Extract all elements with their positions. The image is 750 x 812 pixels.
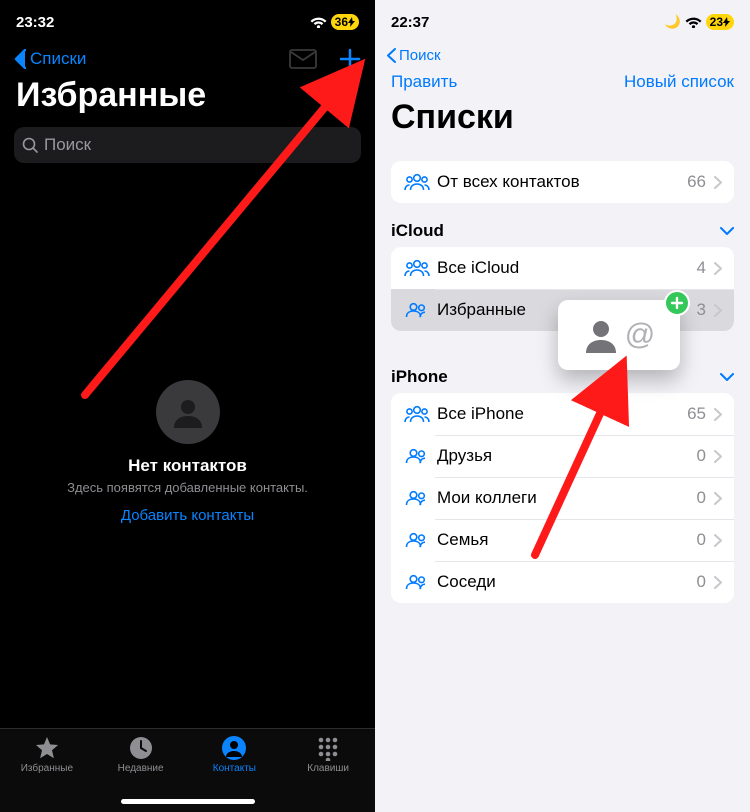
nav-bar: Править Новый список — [375, 66, 750, 98]
mail-icon[interactable] — [289, 49, 317, 69]
row-count: 65 — [687, 404, 706, 424]
section-title: iPhone — [391, 367, 448, 387]
plus-icon[interactable] — [339, 48, 361, 70]
row-label: Соседи — [437, 572, 697, 592]
all-contacts-card: От всех контактов 66 — [391, 161, 734, 203]
tab-label: Клавиши — [307, 763, 349, 774]
section-card: Все iPhone65Друзья0Мои коллеги0Семья0Сос… — [391, 393, 734, 603]
search-back-button[interactable]: Поиск — [375, 44, 750, 66]
battery-badge: 36 — [331, 14, 359, 30]
list-row-all-contacts[interactable]: От всех контактов 66 — [391, 161, 734, 203]
group-two-icon — [403, 574, 431, 590]
row-label: От всех контактов — [437, 172, 687, 192]
status-time: 22:37 — [391, 14, 429, 31]
chevron-right-icon — [714, 576, 722, 589]
group-three-icon — [403, 173, 431, 191]
chevron-right-icon — [714, 450, 722, 463]
group-two-icon — [403, 448, 431, 464]
chevron-right-icon — [714, 534, 722, 547]
chevron-down-icon[interactable] — [720, 221, 734, 241]
drag-contact-card[interactable]: @ — [558, 300, 680, 370]
list-row[interactable]: Все iPhone65 — [391, 393, 734, 435]
row-label: Все iPhone — [437, 404, 687, 424]
list-row[interactable]: Все iCloud4 — [391, 247, 734, 289]
empty-state: Нет контактов Здесь появятся добавленные… — [0, 380, 375, 524]
group-two-icon — [403, 302, 431, 318]
row-count: 66 — [687, 172, 706, 192]
tab-label: Недавние — [118, 763, 164, 774]
status-time: 23:32 — [16, 14, 54, 31]
row-count: 3 — [697, 300, 706, 320]
row-count: 0 — [697, 446, 706, 466]
back-button[interactable]: Списки — [14, 49, 86, 69]
dnd-icon: 🌙 — [664, 14, 680, 30]
chevron-right-icon — [714, 262, 722, 275]
row-count: 0 — [697, 572, 706, 592]
list-row[interactable]: Соседи0 — [391, 561, 734, 603]
row-count: 0 — [697, 488, 706, 508]
page-title: Избранные — [0, 76, 375, 123]
list-row[interactable]: Семья0 — [391, 519, 734, 561]
row-count: 0 — [697, 530, 706, 550]
list-row[interactable]: Мои коллеги0 — [391, 477, 734, 519]
section-title: iCloud — [391, 221, 444, 241]
person-silhouette-icon — [583, 317, 619, 353]
at-symbol-icon: @ — [625, 318, 655, 352]
chevron-right-icon — [714, 408, 722, 421]
empty-title: Нет контактов — [128, 456, 247, 476]
chevron-down-icon[interactable] — [720, 367, 734, 387]
group-two-icon — [403, 532, 431, 548]
row-count: 4 — [697, 258, 706, 278]
row-label: Мои коллеги — [437, 488, 697, 508]
group-three-icon — [403, 259, 431, 277]
screen-lists-light: 22:37 🌙 23 Поиск Править Новый список Сп… — [375, 0, 750, 812]
battery-badge: 23 — [706, 14, 734, 30]
search-input[interactable]: Поиск — [14, 127, 361, 163]
edit-button[interactable]: Править — [391, 72, 457, 92]
search-icon — [22, 137, 38, 153]
new-list-button[interactable]: Новый список — [624, 72, 734, 92]
back-label: Списки — [30, 49, 86, 69]
page-title: Списки — [375, 98, 750, 147]
tab-label: Избранные — [21, 763, 73, 774]
group-three-icon — [403, 405, 431, 423]
row-label: Друзья — [437, 446, 697, 466]
row-label: Все iCloud — [437, 258, 697, 278]
chevron-right-icon — [714, 492, 722, 505]
wifi-icon — [685, 16, 702, 28]
empty-subtitle: Здесь появятся добавленные контакты. — [67, 480, 308, 495]
avatar-placeholder-icon — [156, 380, 220, 444]
status-bar: 23:32 36 — [0, 0, 375, 44]
tab-favorites[interactable]: Избранные — [0, 735, 94, 812]
chevron-right-icon — [714, 304, 722, 317]
screen-favorites-dark: 23:32 36 Списки Избранные Поиск — [0, 0, 375, 812]
status-bar: 22:37 🌙 23 — [375, 0, 750, 44]
chevron-right-icon — [714, 176, 722, 189]
search-placeholder: Поиск — [44, 135, 91, 155]
search-back-label: Поиск — [399, 47, 441, 64]
nav-bar: Списки — [0, 44, 375, 76]
list-row[interactable]: Друзья0 — [391, 435, 734, 477]
section-header: iCloud — [375, 221, 750, 247]
tab-keypad[interactable]: Клавиши — [281, 735, 375, 812]
tab-label: Контакты — [213, 763, 256, 774]
wifi-icon — [310, 16, 327, 28]
row-label: Семья — [437, 530, 697, 550]
plus-badge-icon — [664, 290, 690, 316]
tab-bar: Избранные Недавние Контакты Клавиши — [0, 728, 375, 812]
group-two-icon — [403, 490, 431, 506]
add-contacts-link[interactable]: Добавить контакты — [121, 507, 254, 524]
section-header: iPhone — [375, 367, 750, 393]
home-indicator — [121, 799, 255, 804]
